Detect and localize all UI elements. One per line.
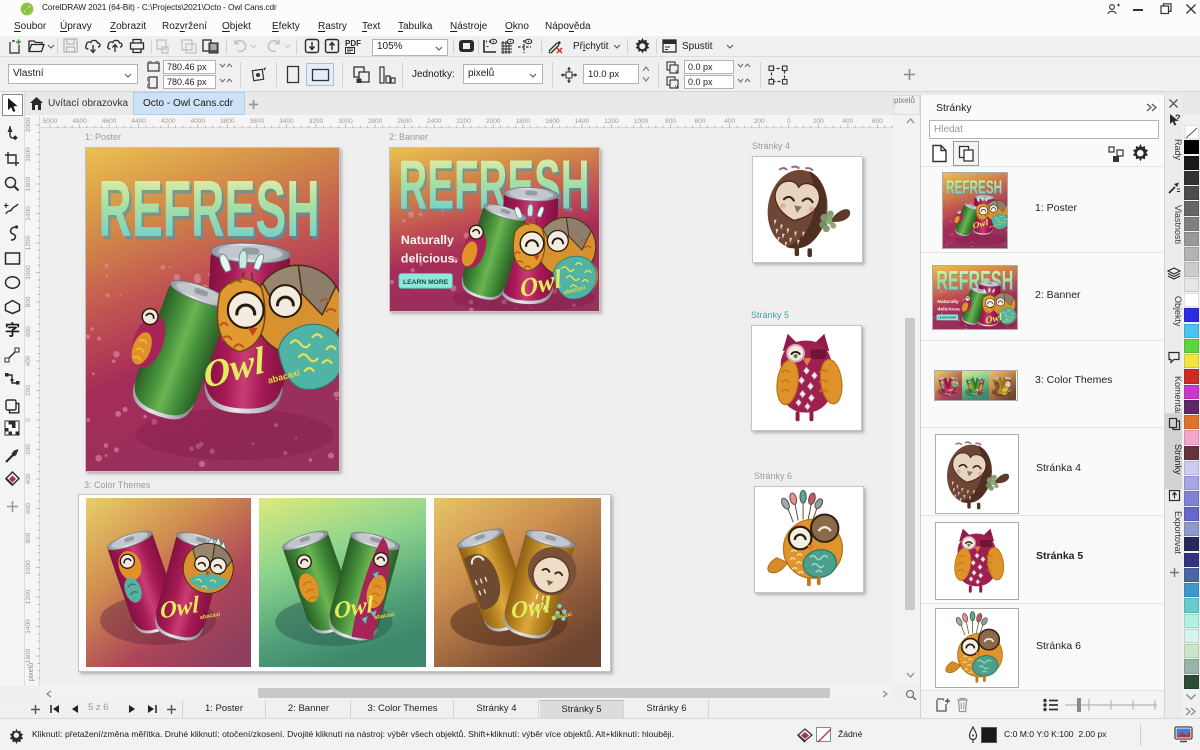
svg-text:200: 200 bbox=[813, 118, 824, 125]
svg-text:0: 0 bbox=[25, 418, 32, 422]
svg-text:400: 400 bbox=[842, 118, 853, 125]
svg-text:1800: 1800 bbox=[516, 118, 531, 125]
svg-text:4600: 4600 bbox=[102, 118, 117, 125]
svg-text:400: 400 bbox=[25, 355, 32, 366]
svg-text:1000: 1000 bbox=[25, 560, 32, 575]
svg-text:1400: 1400 bbox=[25, 619, 32, 634]
svg-text:3200: 3200 bbox=[309, 118, 324, 125]
svg-text:1600: 1600 bbox=[545, 118, 560, 125]
svg-text:x: x bbox=[675, 70, 678, 75]
svg-text:4400: 4400 bbox=[131, 118, 146, 125]
svg-text:2000: 2000 bbox=[486, 118, 501, 125]
svg-text:400: 400 bbox=[25, 473, 32, 484]
svg-text:3800: 3800 bbox=[220, 118, 235, 125]
svg-text:1800: 1800 bbox=[25, 147, 32, 162]
svg-text:字: 字 bbox=[5, 321, 20, 338]
svg-text:1200: 1200 bbox=[25, 235, 32, 250]
svg-text:800: 800 bbox=[25, 532, 32, 543]
svg-text:600: 600 bbox=[25, 326, 32, 337]
svg-text:2800: 2800 bbox=[368, 118, 383, 125]
svg-text:0: 0 bbox=[787, 118, 791, 125]
svg-text:1000: 1000 bbox=[25, 265, 32, 280]
svg-text:y: y bbox=[675, 85, 678, 90]
svg-text:800: 800 bbox=[665, 118, 676, 125]
svg-text:3400: 3400 bbox=[279, 118, 294, 125]
svg-text:1200: 1200 bbox=[25, 589, 32, 604]
svg-text:2400: 2400 bbox=[427, 118, 442, 125]
svg-text:pixelů: pixelů bbox=[27, 663, 35, 681]
svg-text:3000: 3000 bbox=[338, 118, 353, 125]
svg-text:200: 200 bbox=[25, 385, 32, 396]
svg-text:2600: 2600 bbox=[397, 118, 412, 125]
svg-text:4800: 4800 bbox=[72, 118, 87, 125]
svg-text:3600: 3600 bbox=[250, 118, 265, 125]
svg-text:200: 200 bbox=[754, 118, 765, 125]
svg-text:600: 600 bbox=[25, 503, 32, 514]
svg-text:2000: 2000 bbox=[25, 117, 32, 132]
svg-text:4000: 4000 bbox=[191, 118, 206, 125]
svg-text:1200: 1200 bbox=[604, 118, 619, 125]
svg-text:1600: 1600 bbox=[25, 176, 32, 191]
svg-text:200: 200 bbox=[25, 444, 32, 455]
svg-text:1000: 1000 bbox=[634, 118, 649, 125]
svg-text:600: 600 bbox=[872, 118, 883, 125]
svg-text:?: ? bbox=[1175, 113, 1181, 123]
svg-text:400: 400 bbox=[724, 118, 735, 125]
svg-text:1400: 1400 bbox=[575, 118, 590, 125]
svg-text:1400: 1400 bbox=[25, 206, 32, 221]
svg-text:2200: 2200 bbox=[456, 118, 471, 125]
svg-text:1600: 1600 bbox=[25, 648, 32, 663]
svg-text:600: 600 bbox=[695, 118, 706, 125]
svg-text:800: 800 bbox=[25, 296, 32, 307]
svg-text:4200: 4200 bbox=[161, 118, 176, 125]
svg-text:5000: 5000 bbox=[43, 118, 58, 125]
